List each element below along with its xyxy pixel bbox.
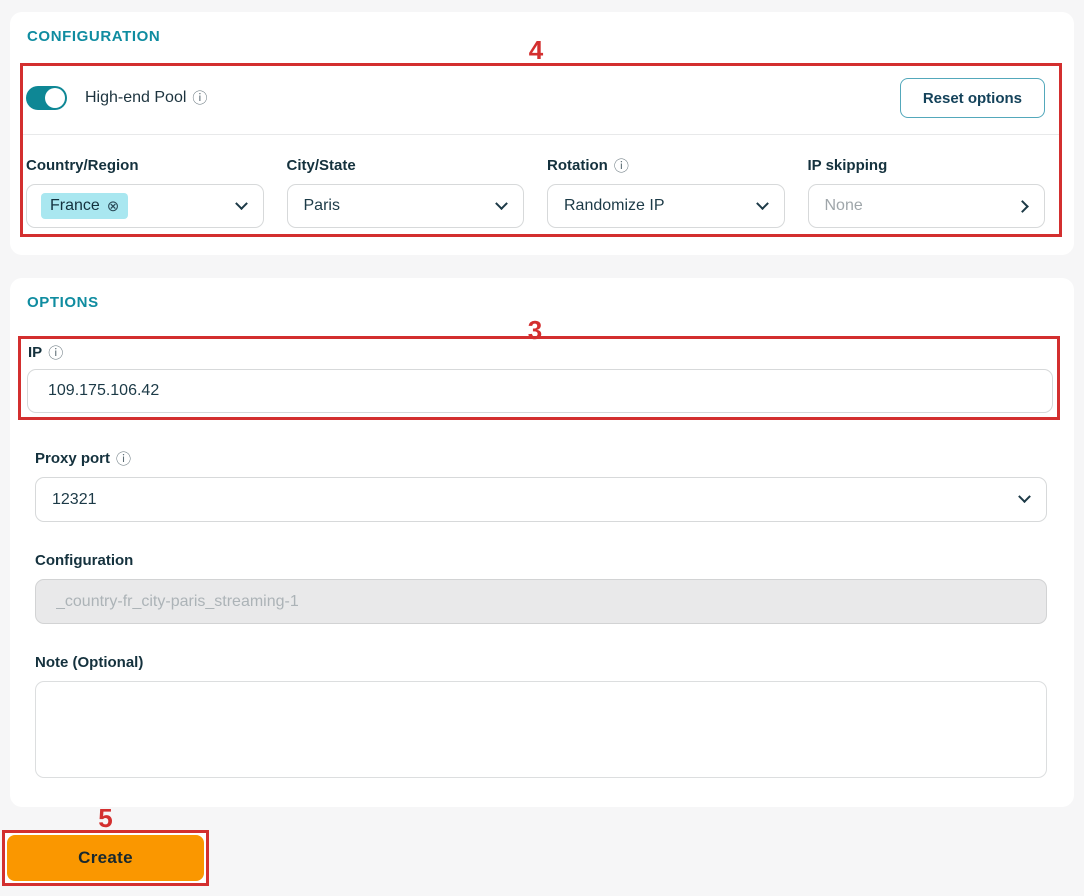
annotation-box-5: Create <box>2 830 209 886</box>
high-end-pool-toggle[interactable] <box>26 86 67 110</box>
ip-skipping-select[interactable]: None <box>807 184 1045 228</box>
create-button-area: 5 Create <box>0 803 1084 886</box>
annotation-number-4: 4 <box>528 35 544 65</box>
chevron-right-icon <box>1016 199 1029 213</box>
ip-label-text: IP <box>28 344 43 361</box>
info-icon[interactable]: ⓘ <box>614 159 629 174</box>
rotation-field: Rotation ⓘ Randomize IP <box>547 157 785 228</box>
create-button[interactable]: Create <box>7 835 204 881</box>
proxy-port-value: 12321 <box>52 490 97 508</box>
reset-options-button[interactable]: Reset options <box>899 78 1045 118</box>
rotation-select[interactable]: Randomize IP <box>547 184 785 228</box>
annotation-box-3: IP ⓘ <box>18 336 1060 420</box>
options-card: OPTIONS 3 IP ⓘ Proxy port ⓘ 12321 Config… <box>10 278 1074 807</box>
targeting-fields-row: Country/Region France ⊗ City/State Paris <box>23 135 1059 234</box>
ip-input[interactable] <box>27 369 1053 413</box>
high-end-pool-label: High-end Pool <box>85 89 187 106</box>
ip-skipping-label: IP skipping <box>807 157 888 174</box>
proxy-port-field: Proxy port ⓘ 12321 <box>35 450 1047 522</box>
note-field: Note (Optional) <box>35 654 1047 783</box>
proxy-port-label-text: Proxy port <box>35 450 111 467</box>
proxy-port-select[interactable]: 12321 <box>35 477 1047 522</box>
city-state-select[interactable]: Paris <box>286 184 524 228</box>
toggle-knob-icon <box>45 88 65 108</box>
country-region-field: Country/Region France ⊗ <box>26 157 264 228</box>
city-state-value: Paris <box>303 197 340 214</box>
country-region-select[interactable]: France ⊗ <box>26 184 264 228</box>
annotation-number-3: 3 <box>527 315 543 345</box>
configuration-card: CONFIGURATION 4 High-end Pool ⓘ Reset op… <box>10 12 1074 255</box>
chip-remove-icon[interactable]: ⊗ <box>107 199 120 214</box>
chevron-down-icon <box>1018 490 1031 504</box>
chevron-down-icon <box>495 196 508 210</box>
configuration-name-field: Configuration <box>35 552 1047 624</box>
country-chip-label: France <box>50 197 100 214</box>
proxy-port-label: Proxy port ⓘ <box>35 450 1047 468</box>
options-section-title: OPTIONS <box>27 294 99 311</box>
info-icon[interactable]: ⓘ <box>192 91 207 106</box>
city-state-field: City/State Paris <box>286 157 524 228</box>
ip-label: IP ⓘ <box>28 344 1053 362</box>
configuration-name-label: Configuration <box>35 552 134 569</box>
city-state-label: City/State <box>286 157 356 174</box>
chevron-down-icon <box>755 196 769 210</box>
note-textarea[interactable] <box>35 681 1047 778</box>
chevron-down-icon <box>234 196 248 210</box>
rotation-label: Rotation ⓘ <box>547 157 785 175</box>
info-icon[interactable]: ⓘ <box>116 452 131 467</box>
proxy-setup-page: CONFIGURATION 4 High-end Pool ⓘ Reset op… <box>0 12 1084 886</box>
high-end-pool-row: High-end Pool ⓘ Reset options <box>23 66 1059 134</box>
high-end-pool-control: High-end Pool ⓘ <box>26 86 207 110</box>
country-chip[interactable]: France ⊗ <box>41 193 129 219</box>
annotation-number-5: 5 <box>98 803 113 833</box>
country-region-label: Country/Region <box>26 157 139 174</box>
rotation-label-text: Rotation <box>547 157 608 174</box>
annotation-box-4: High-end Pool ⓘ Reset options Country/Re… <box>20 63 1062 237</box>
ip-skipping-field: IP skipping None <box>807 157 1045 228</box>
note-label: Note (Optional) <box>35 654 144 671</box>
configuration-name-input <box>35 579 1047 624</box>
rotation-value: Randomize IP <box>564 197 665 214</box>
ip-skipping-value: None <box>824 197 863 214</box>
info-icon[interactable]: ⓘ <box>48 346 63 361</box>
